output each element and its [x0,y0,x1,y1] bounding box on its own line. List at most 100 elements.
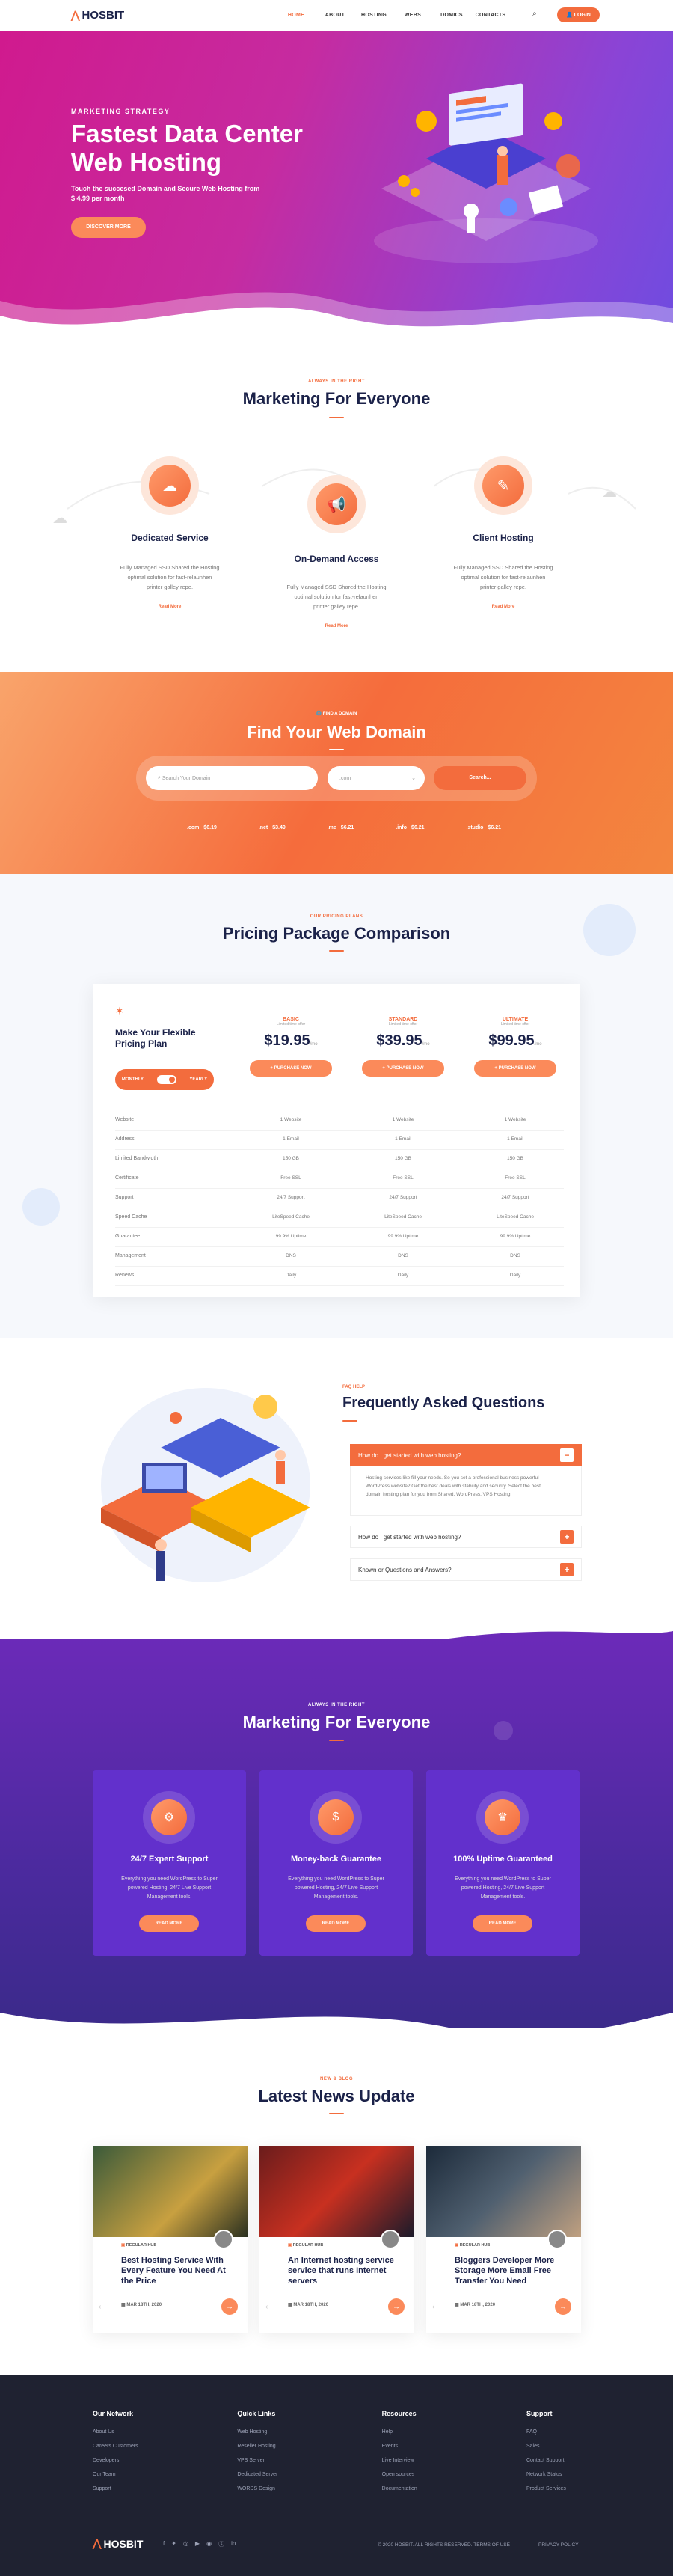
billing-toggle[interactable]: MONTHLY YEARLY [115,1069,214,1090]
footer-link[interactable]: Support [93,2482,205,2496]
footer-link[interactable]: Web Hosting [237,2425,349,2439]
nav-link-hosting[interactable]: HOSTING [354,13,393,18]
nav-link-about[interactable]: ABOUT [316,13,354,18]
footer-link[interactable]: Our Team [93,2468,205,2482]
logo[interactable]: ⋀ HOSBIT [71,9,124,22]
footer-link[interactable]: Product Services [526,2482,601,2496]
footer-link[interactable]: About Us [93,2425,205,2439]
footer-col-support: Support FAQ Sales Contact Support Networ… [526,2410,601,2496]
footer-link[interactable]: Documentation [382,2482,494,2496]
news-title-line[interactable]: the Price [121,2276,156,2286]
read-more-button[interactable]: READ MORE [306,1915,366,1932]
login-button[interactable]: 👤 LOGIN [557,7,600,22]
domain-search-button[interactable]: Search... [434,766,526,790]
purchase-standard-button[interactable]: + PURCHASE NOW [362,1060,444,1077]
footer: Our Network About Us Careers Customers D… [0,2375,673,2576]
tld-price: $6.21 [340,825,354,830]
card-text-ondemand-2: optimal solution for fast-relaunhen [294,593,379,600]
linkedin-icon[interactable]: in [231,2540,236,2548]
footer-link[interactable]: Sales [526,2439,601,2453]
footer-link[interactable]: VPS Server [237,2453,349,2468]
read-more-dedicated[interactable]: Read More [95,605,245,609]
instagram-icon[interactable]: ◎ [183,2540,188,2548]
footer-link[interactable]: Dedicated Server [237,2468,349,2482]
plan-price-value: $39.95 [376,1032,422,1049]
footer-link[interactable]: Reseller Hosting [237,2439,349,2453]
toggle-yearly[interactable]: YEARLY [189,1077,207,1082]
collapse-icon[interactable]: − [560,1448,574,1462]
news-title-line[interactable]: Transfer You Need [455,2276,526,2286]
plan-ultimate: ULTIMATE Limited time offer $99.95/mo + … [467,1017,564,1077]
chevron-left-icon[interactable]: ‹ [265,2303,268,2311]
footer-link[interactable]: Developers [93,2453,205,2468]
purchase-ultimate-button[interactable]: + PURCHASE NOW [474,1060,556,1077]
faq-answer-line: Hosting services like fill your needs. S… [366,1475,539,1481]
footer-link[interactable]: WORDS Design [237,2482,349,2496]
news-title-line[interactable]: Storage More Email Free [455,2266,551,2276]
toggle-switch[interactable] [156,1075,176,1084]
feature-value: 24/7 Support [501,1195,529,1200]
discover-more-button[interactable]: DISCOVER MORE [71,217,146,238]
faq-question-text: How do I get started with web hosting? [358,1533,461,1541]
arrow-right-icon[interactable]: → [388,2298,405,2315]
news-title-line[interactable]: Bloggers Developer More [455,2255,554,2266]
purchase-basic-button[interactable]: + PURCHASE NOW [250,1060,332,1077]
chevron-left-icon[interactable]: ‹ [432,2303,434,2311]
footer-link[interactable]: Events [382,2439,494,2453]
twitter-icon[interactable]: ✦ [171,2540,176,2548]
news-title-line[interactable]: service that runs Internet [288,2266,386,2276]
news-title-line[interactable]: Best Hosting Service With [121,2255,224,2266]
news-card-2[interactable]: ▣ REGULAR HUB An Internet hosting servic… [259,2146,414,2333]
footer-link[interactable]: FAQ [526,2425,601,2439]
feature-value: LiteSpeed Cache [384,1214,422,1220]
expand-icon[interactable]: + [560,1563,574,1576]
faq-question-2[interactable]: How do I get started with web hosting? + [350,1526,582,1548]
news-title-line[interactable]: An Internet hosting service [288,2255,394,2266]
read-more-button[interactable]: READ MORE [139,1915,199,1932]
footer-link[interactable]: Careers Customers [93,2439,205,2453]
news-image [426,2146,581,2237]
nav-link-domics[interactable]: DOMICS [432,13,471,18]
footer-logo[interactable]: ⋀ HOSBIT [93,2537,143,2550]
faq-question-1[interactable]: How do I get started with web hosting? − [350,1444,582,1466]
nav-link-home[interactable]: HOME [277,13,316,18]
read-more-button[interactable]: READ MORE [473,1915,532,1932]
arrow-right-icon[interactable]: → [555,2298,571,2315]
tld-price: $6.19 [203,825,217,830]
toggle-monthly[interactable]: MONTHLY [122,1077,144,1082]
skype-icon[interactable]: ⓢ [218,2540,224,2548]
pricing-eyebrow: OUR PRICING PLANS [310,914,363,919]
news-card-3[interactable]: ▣ REGULAR HUB Bloggers Developer More St… [426,2146,581,2333]
footer-link[interactable]: Open sources [382,2468,494,2482]
news-title-line[interactable]: Every Feature You Need At [121,2266,226,2276]
feature-value: LiteSpeed Cache [272,1214,310,1220]
search-icon[interactable]: ⌕ [532,10,537,18]
domain-search-input[interactable]: ⌕ Search Your Domain [146,766,318,790]
rss-icon[interactable]: ◉ [206,2540,212,2548]
nav-link-contacts[interactable]: CONTACTS [471,13,510,18]
support-icon: ⚙ [143,1791,195,1844]
tld-select[interactable]: .com ⌄ [328,766,425,790]
footer-link[interactable]: Live Interview [382,2453,494,2468]
faq-answer-line: WordPress website? Get the best deals wi… [366,1484,541,1489]
plan-note: Limited time offer [276,1022,306,1027]
nav-link-webs[interactable]: WEBS [393,13,432,18]
discover-more-label: DISCOVER MORE [86,224,131,230]
footer-link[interactable]: Help [382,2425,494,2439]
expand-icon[interactable]: + [560,1530,574,1544]
hero-title-line2: Web Hosting [71,148,222,176]
chevron-left-icon[interactable]: ‹ [99,2303,101,2311]
news-card-1[interactable]: ▣ REGULAR HUB Best Hosting Service With … [93,2146,248,2333]
footer-link[interactable]: Contact Support [526,2453,601,2468]
facebook-icon[interactable]: f [163,2540,165,2548]
privacy-policy-link[interactable]: PRIVACY POLICY [538,2542,579,2548]
feature-card-title: 100% Uptime Guaranteed [453,1855,553,1864]
news-title-line[interactable]: servers [288,2276,317,2286]
faq-question-3[interactable]: Known or Questions and Answers? + [350,1558,582,1581]
footer-columns: Our Network About Us Careers Customers D… [93,2410,601,2496]
footer-link[interactable]: Network Status [526,2468,601,2482]
arrow-right-icon[interactable]: → [221,2298,238,2315]
youtube-icon[interactable]: ▶ [195,2540,200,2548]
read-more-client[interactable]: Read More [428,605,578,609]
read-more-ondemand[interactable]: Read More [262,624,411,628]
